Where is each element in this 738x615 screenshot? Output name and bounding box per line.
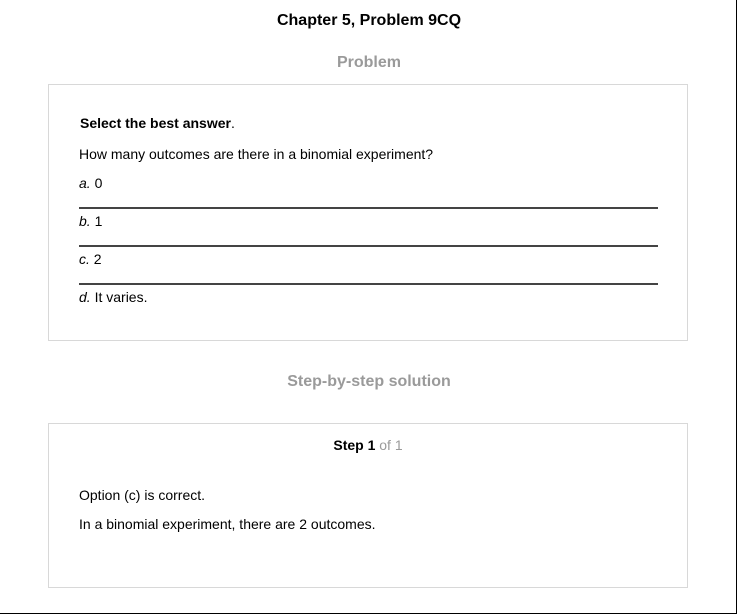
- instruction-tail: .: [230, 115, 235, 131]
- page-title: Chapter 5, Problem 9CQ: [276, 12, 462, 29]
- instruction-bold: Select the best answer: [80, 115, 231, 131]
- option-c[interactable]: c. 2: [79, 247, 658, 285]
- option-letter: d.: [79, 289, 91, 305]
- solution-card: Step 1 of 1 Option (c) is correct. In a …: [48, 423, 688, 588]
- option-letter: a.: [79, 175, 91, 191]
- solution-line: In a binomial experiment, there are 2 ou…: [79, 516, 376, 532]
- option-text: 0: [94, 175, 103, 191]
- option-b[interactable]: b. 1: [79, 209, 658, 247]
- option-text: 2: [93, 251, 102, 267]
- option-letter: b.: [79, 213, 91, 229]
- question-text: How many outcomes are there in a binomia…: [79, 146, 434, 162]
- solution-heading: Step-by-step solution: [287, 373, 451, 390]
- problem-heading: Problem: [336, 54, 401, 71]
- step-header: Step 1 of 1: [49, 437, 687, 453]
- step-count: of 1: [379, 437, 403, 453]
- option-letter: c.: [79, 251, 90, 267]
- answer-options: a. 0 b. 1 c. 2 d. It varies.: [79, 171, 658, 323]
- option-text: It varies.: [94, 289, 148, 305]
- option-a[interactable]: a. 0: [79, 171, 658, 209]
- option-text: 1: [94, 213, 103, 229]
- step-label: Step 1: [333, 437, 376, 453]
- option-d[interactable]: d. It varies.: [79, 285, 658, 323]
- solution-line: Option (c) is correct.: [79, 487, 206, 503]
- instruction: Select the best answer.: [80, 115, 235, 131]
- problem-card: Select the best answer. How many outcome…: [48, 84, 688, 341]
